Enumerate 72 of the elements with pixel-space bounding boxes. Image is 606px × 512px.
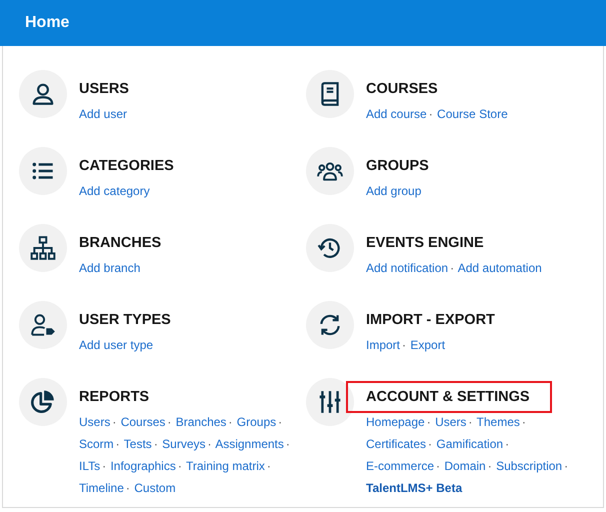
separator-dot: ·	[112, 415, 116, 429]
link[interactable]: Subscription	[496, 459, 562, 473]
link[interactable]: Courses	[120, 415, 166, 429]
page-header: Home	[0, 0, 606, 46]
separator-dot: ·	[564, 459, 568, 473]
separator-dot: ·	[126, 481, 130, 495]
separator-dot: ·	[488, 459, 492, 473]
link[interactable]: Groups	[236, 415, 276, 429]
link[interactable]: Add group	[366, 184, 422, 198]
separator-dot: ·	[428, 437, 432, 451]
link[interactable]: Themes	[476, 415, 520, 429]
link[interactable]: Add user type	[79, 338, 154, 352]
section-title: CATEGORIES	[78, 157, 175, 176]
link[interactable]: Custom	[134, 481, 176, 495]
section-title: USERS	[78, 80, 130, 99]
separator-dot: ·	[402, 338, 406, 352]
link[interactable]: Training matrix	[186, 459, 265, 473]
link[interactable]: Homepage	[366, 415, 425, 429]
section-title: USER TYPES	[78, 311, 172, 330]
link[interactable]: Users	[435, 415, 466, 429]
section-title: EVENTS ENGINE	[365, 234, 485, 253]
section-title: IMPORT - EXPORT	[365, 311, 496, 330]
section-title: GROUPS	[365, 157, 430, 176]
link[interactable]: E-commerce	[366, 459, 434, 473]
hierarchy-icon	[30, 235, 56, 261]
link[interactable]: Export	[410, 338, 446, 352]
separator-dot: ·	[102, 459, 106, 473]
link[interactable]: Domain	[444, 459, 486, 473]
link[interactable]: ILTs	[79, 459, 100, 473]
link[interactable]: Surveys	[162, 437, 206, 451]
link[interactable]: Assignments	[215, 437, 284, 451]
user-icon	[30, 81, 56, 107]
separator-dot: ·	[228, 415, 232, 429]
separator-dot: ·	[522, 415, 526, 429]
separator-dot: ·	[286, 437, 290, 451]
separator-dot: ·	[178, 459, 182, 473]
section-title: COURSES	[365, 80, 439, 99]
link[interactable]: Scorm	[79, 437, 114, 451]
link[interactable]: Add course	[366, 107, 427, 121]
separator-dot: ·	[208, 437, 212, 451]
link[interactable]: Certificates	[366, 437, 426, 451]
link[interactable]: Branches	[176, 415, 226, 429]
separator-dot: ·	[426, 415, 431, 429]
section-title: ACCOUNT & SETTINGS	[346, 381, 552, 413]
separator-dot: ·	[436, 459, 440, 473]
link[interactable]: Add notification	[366, 261, 448, 275]
separator-dot: ·	[450, 261, 454, 275]
link[interactable]: Tests	[124, 437, 152, 451]
link[interactable]: Gamification	[436, 437, 504, 451]
link[interactable]: Course Store	[437, 107, 508, 121]
link[interactable]: Infographics	[110, 459, 176, 473]
user-tag-icon	[30, 312, 56, 338]
separator-dot: ·	[278, 415, 282, 429]
link[interactable]: Add branch	[79, 261, 140, 275]
separator-dot: ·	[505, 437, 510, 451]
link[interactable]: Timeline	[79, 481, 124, 495]
link[interactable]: TalentLMS+ Beta	[366, 481, 462, 495]
section-title: BRANCHES	[78, 234, 162, 253]
link[interactable]: Import	[366, 338, 400, 352]
separator-dot: ·	[468, 415, 472, 429]
section-title: REPORTS	[78, 388, 150, 407]
link[interactable]: Add automation	[458, 261, 542, 275]
link[interactable]: Users	[79, 415, 110, 429]
link[interactable]: Add user	[79, 107, 128, 121]
pie-chart-icon	[30, 389, 56, 415]
separator-dot: ·	[116, 437, 120, 451]
separator-dot: ·	[266, 459, 271, 473]
separator-dot: ·	[167, 415, 172, 429]
separator-dot: ·	[154, 437, 158, 451]
separator-dot: ·	[428, 107, 433, 121]
sliders-icon	[317, 389, 343, 415]
link[interactable]: Add category	[79, 184, 150, 198]
